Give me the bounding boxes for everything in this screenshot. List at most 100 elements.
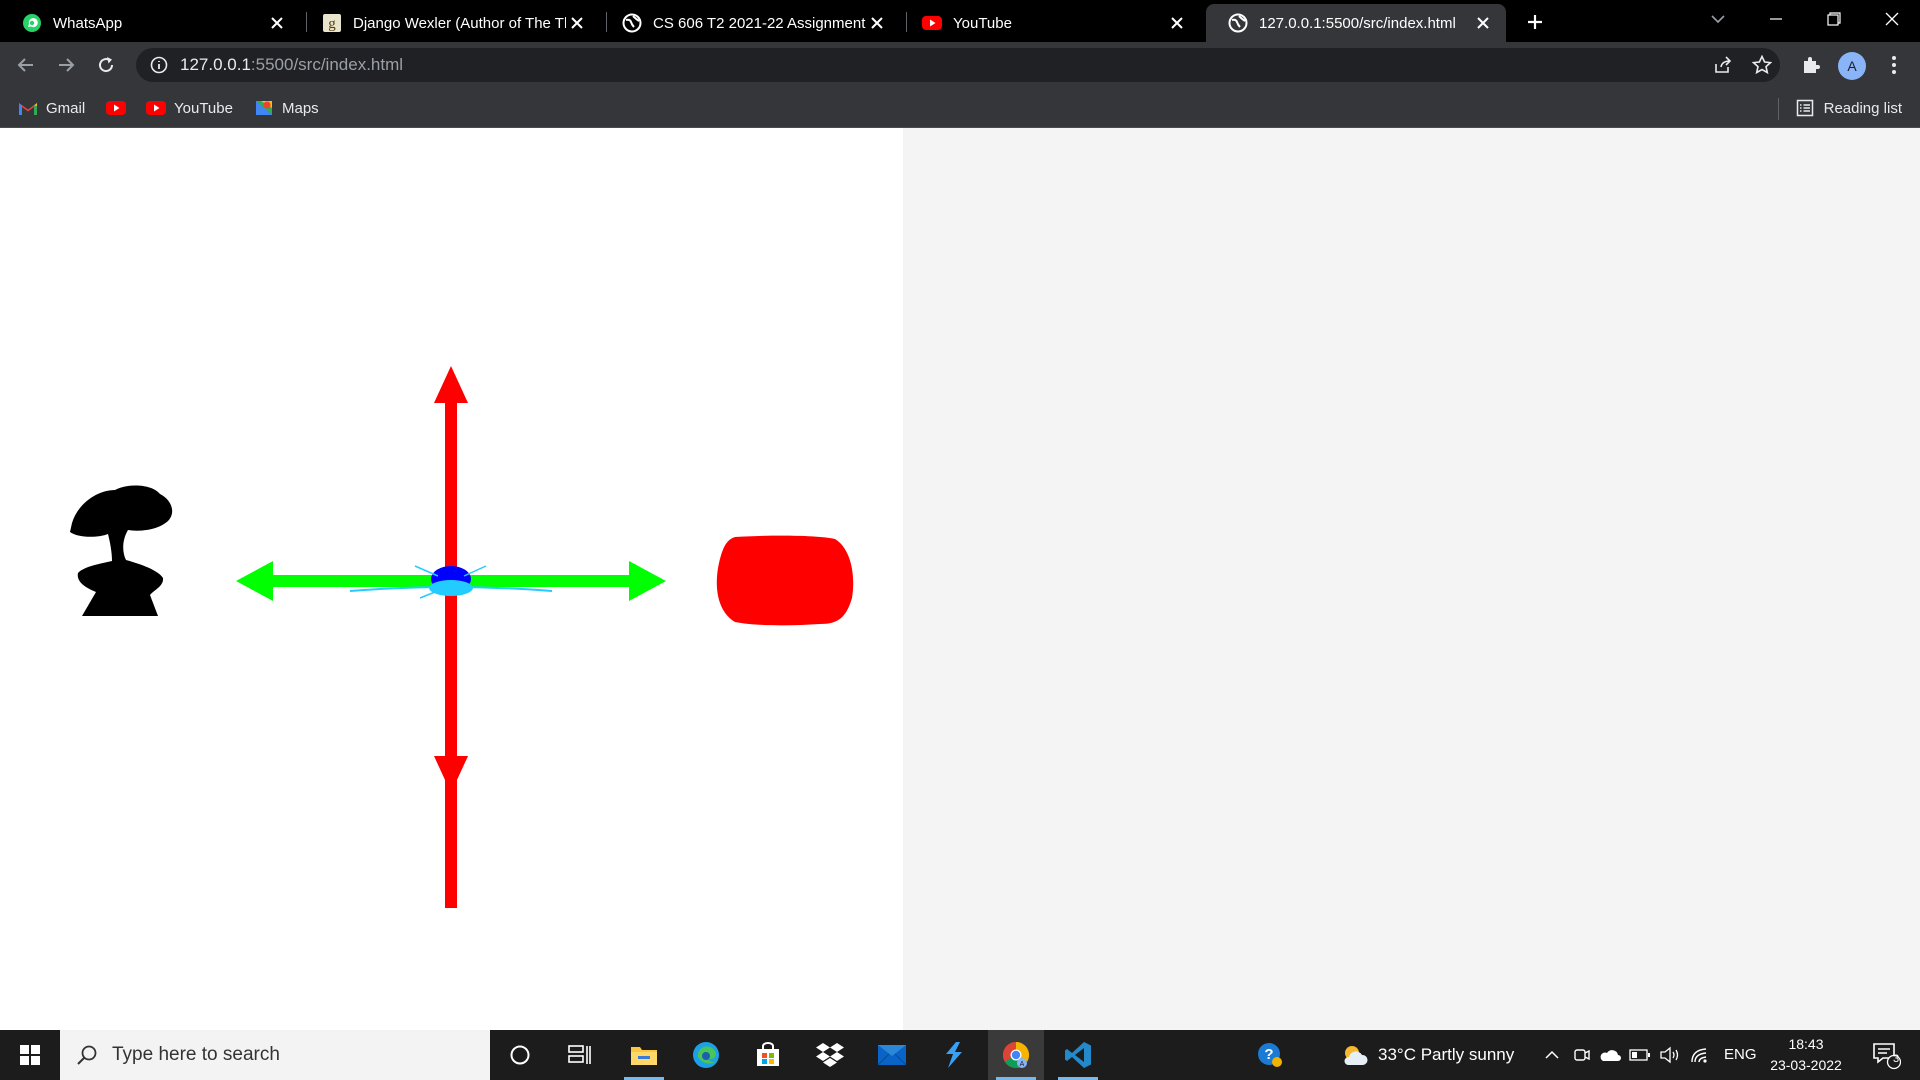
close-icon[interactable] bbox=[866, 12, 888, 34]
start-button[interactable] bbox=[0, 1030, 60, 1080]
weather-partly-sunny-icon[interactable] bbox=[1340, 1042, 1368, 1068]
tab-youtube[interactable]: YouTube bbox=[900, 4, 1200, 42]
notification-count: 3 bbox=[1892, 1053, 1900, 1065]
globe-icon bbox=[1228, 13, 1248, 33]
tab-title: 127.0.0.1:5500/src/index.html bbox=[1259, 14, 1456, 32]
whatsapp-icon bbox=[22, 13, 42, 33]
menu-button[interactable] bbox=[1880, 51, 1908, 79]
close-icon[interactable] bbox=[266, 12, 288, 34]
scene-canvas bbox=[0, 128, 903, 1030]
url-host: 127.0.0.1 bbox=[180, 55, 251, 74]
restore-button[interactable] bbox=[1806, 0, 1862, 38]
gmail-icon bbox=[18, 100, 38, 116]
new-tab-button[interactable] bbox=[1520, 7, 1550, 37]
wifi-icon[interactable] bbox=[1689, 1044, 1711, 1066]
tab-title: Django Wexler (Author of The Th bbox=[353, 14, 566, 32]
dropbox-icon bbox=[816, 1043, 844, 1067]
tab-localhost[interactable]: 127.0.0.1:5500/src/index.html bbox=[1206, 4, 1506, 42]
cortana-button[interactable] bbox=[492, 1030, 548, 1080]
tab-goodreads[interactable]: g Django Wexler (Author of The Th bbox=[300, 4, 600, 42]
tab-search-button[interactable] bbox=[1690, 0, 1746, 38]
close-icon[interactable] bbox=[1472, 12, 1494, 34]
vscode-icon bbox=[1065, 1042, 1091, 1068]
url-path: :5500/src/index.html bbox=[250, 55, 404, 74]
battery-icon[interactable] bbox=[1629, 1044, 1651, 1066]
volume-icon[interactable] bbox=[1659, 1044, 1681, 1066]
minimize-button[interactable] bbox=[1748, 0, 1804, 38]
chevron-up-icon[interactable] bbox=[1541, 1044, 1563, 1066]
taskbar-dropbox[interactable] bbox=[802, 1030, 858, 1080]
close-window-button[interactable] bbox=[1864, 0, 1920, 38]
page-viewport bbox=[0, 128, 1920, 1030]
forward-button[interactable] bbox=[50, 49, 82, 81]
tab-strip: WhatsApp g Django Wexler (Author of The … bbox=[0, 0, 1920, 42]
url-text[interactable]: 127.0.0.1:5500/src/index.html bbox=[180, 55, 403, 75]
bookmark-maps[interactable]: Maps bbox=[254, 96, 319, 120]
search-placeholder: Type here to search bbox=[112, 1044, 280, 1065]
taskbar-search-box[interactable]: Type here to search bbox=[60, 1030, 490, 1080]
browser-toolbar: 127.0.0.1:5500/src/index.html A bbox=[0, 42, 1920, 88]
bookmark-star-button[interactable] bbox=[1748, 51, 1776, 79]
close-icon bbox=[1885, 12, 1899, 26]
weather-text[interactable]: 33°C Partly sunny bbox=[1378, 1045, 1514, 1065]
lightning-icon bbox=[946, 1042, 962, 1068]
taskbar-file-explorer[interactable] bbox=[616, 1030, 672, 1080]
tab-assignment[interactable]: CS 606 T2 2021-22 Assignment 2 bbox=[600, 4, 900, 42]
tab-whatsapp[interactable]: WhatsApp bbox=[0, 4, 300, 42]
svg-text:A: A bbox=[1020, 1061, 1025, 1068]
bookmark-label: Gmail bbox=[46, 99, 86, 117]
profile-avatar[interactable]: A bbox=[1838, 52, 1866, 80]
youtube-icon bbox=[146, 100, 166, 116]
task-view-button[interactable] bbox=[552, 1030, 608, 1080]
extensions-button[interactable] bbox=[1797, 51, 1825, 79]
share-button[interactable] bbox=[1709, 51, 1737, 79]
bookmarks-divider bbox=[1778, 98, 1779, 120]
tray-help-icon[interactable]: ? bbox=[1256, 1041, 1284, 1069]
reload-icon bbox=[99, 57, 114, 73]
info-icon[interactable] bbox=[150, 56, 168, 74]
svg-text:g: g bbox=[328, 16, 336, 32]
bookmark-label: YouTube bbox=[174, 99, 233, 117]
red-blob bbox=[716, 535, 854, 626]
chevron-down-icon bbox=[1711, 15, 1725, 24]
kebab-menu-icon bbox=[1892, 56, 1896, 74]
clock-time: 18:43 bbox=[1788, 1036, 1824, 1052]
bookmark-label: Maps bbox=[282, 99, 319, 117]
share-icon bbox=[1715, 56, 1732, 73]
chrome-icon: A bbox=[1002, 1041, 1030, 1069]
onedrive-cloud-icon[interactable] bbox=[1599, 1044, 1621, 1066]
address-bar[interactable]: 127.0.0.1:5500/src/index.html bbox=[136, 48, 1780, 82]
tab-title: YouTube bbox=[953, 14, 1012, 32]
bookmark-gmail[interactable]: Gmail bbox=[18, 96, 85, 120]
search-icon bbox=[77, 1045, 97, 1065]
language-indicator[interactable]: ENG bbox=[1724, 1046, 1757, 1063]
meet-now-icon[interactable] bbox=[1571, 1044, 1593, 1066]
plus-icon bbox=[1528, 15, 1542, 29]
task-view-icon bbox=[568, 1045, 591, 1064]
action-center-button[interactable]: 3 bbox=[1860, 1030, 1912, 1080]
bookmark-youtube[interactable]: YouTube bbox=[146, 96, 233, 120]
vertical-arrow bbox=[434, 366, 468, 908]
reading-list-label: Reading list bbox=[1823, 99, 1902, 117]
close-icon[interactable] bbox=[1166, 12, 1188, 34]
store-icon bbox=[757, 1042, 779, 1066]
reload-button[interactable] bbox=[90, 49, 122, 81]
taskbar-powerautomate[interactable] bbox=[926, 1030, 982, 1080]
tab-title: WhatsApp bbox=[53, 14, 123, 32]
taskbar-edge[interactable] bbox=[678, 1030, 734, 1080]
back-button[interactable] bbox=[10, 49, 42, 81]
globe-icon bbox=[622, 13, 642, 33]
youtube-icon bbox=[922, 13, 942, 33]
clock[interactable]: 18:43 23-03-2022 bbox=[1762, 1034, 1850, 1076]
puzzle-icon bbox=[1804, 57, 1820, 73]
taskbar-mail[interactable] bbox=[864, 1030, 920, 1080]
taskbar-store[interactable] bbox=[740, 1030, 796, 1080]
windows-taskbar: Type here to search A ? 33°C Partly sunn… bbox=[0, 1030, 1920, 1080]
taskbar-chrome[interactable]: A bbox=[988, 1030, 1044, 1080]
taskbar-vscode[interactable] bbox=[1050, 1030, 1106, 1080]
windows-logo-icon bbox=[20, 1045, 40, 1065]
bookmarks-bar: Gmail YouTube Maps Reading list bbox=[0, 88, 1920, 128]
close-icon[interactable] bbox=[566, 12, 588, 34]
reading-list-button[interactable]: Reading list bbox=[1796, 96, 1902, 120]
bookmark-youtube-unnamed[interactable] bbox=[106, 96, 134, 120]
